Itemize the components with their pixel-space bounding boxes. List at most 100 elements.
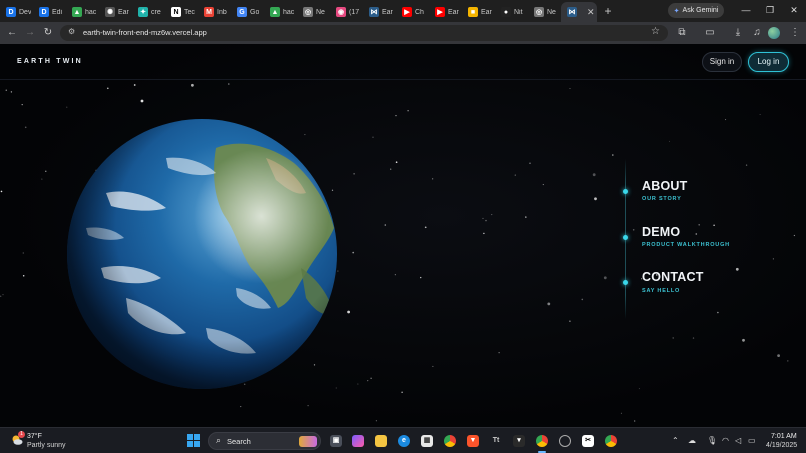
weather-badge: 1: [18, 431, 25, 438]
nav-dot-contact[interactable]: [623, 280, 628, 285]
task-view-icon[interactable]: ▣: [330, 435, 342, 447]
star: [21, 103, 23, 106]
browser-tab[interactable]: D Edi: [33, 2, 66, 22]
profile-avatar[interactable]: [768, 27, 780, 39]
chrome-icon[interactable]: [444, 435, 456, 447]
tray-chevron-icon[interactable]: ⌃: [672, 436, 679, 445]
ask-gemini-button[interactable]: ✦ Ask Gemini: [668, 3, 724, 18]
nav-dot-demo[interactable]: [623, 235, 628, 240]
discord-icon: ◉: [336, 7, 346, 17]
reload-icon[interactable]: ↻: [41, 26, 55, 40]
star: [357, 383, 359, 385]
weather-description[interactable]: Partly sunny: [27, 442, 66, 449]
chrome-profile-icon[interactable]: [605, 435, 617, 447]
ask-gemini-label: Ask Gemini: [682, 7, 719, 14]
browser-tab[interactable]: ◎ Ne: [297, 2, 330, 22]
weather-temperature[interactable]: 37°F: [27, 433, 42, 440]
browser-tab[interactable]: ● Nit: [495, 2, 528, 22]
star: [787, 360, 789, 362]
log-in-button[interactable]: Log in: [748, 52, 789, 72]
chrome-active-icon[interactable]: [536, 435, 548, 447]
globe-app-icon[interactable]: [559, 435, 571, 447]
browser-tab[interactable]: G Go: [231, 2, 264, 22]
star: [0, 295, 2, 297]
browser-tab[interactable]: ◉ (17: [330, 2, 363, 22]
close-window-icon[interactable]: ✕: [786, 3, 802, 17]
star: [745, 164, 748, 166]
browser-tab[interactable]: ▶ Ch: [396, 2, 429, 22]
star: [569, 88, 571, 90]
new-tab-button[interactable]: +: [599, 4, 617, 18]
search-highlight-icon: [299, 436, 317, 447]
minimize-icon[interactable]: —: [738, 3, 754, 17]
edge-icon[interactable]: e: [398, 435, 410, 447]
nav-about[interactable]: ABOUT: [642, 179, 687, 193]
browser-tab[interactable]: ✦ cre: [132, 2, 165, 22]
microphone-icon[interactable]: 🎙: [707, 436, 717, 445]
terminal-icon[interactable]: ▾: [513, 435, 525, 447]
star: [592, 173, 596, 177]
browser-tab[interactable]: ⋈ Ear: [363, 2, 396, 22]
nav-dot-about[interactable]: [623, 189, 628, 194]
tab-close-icon[interactable]: ✕: [587, 7, 595, 18]
openai-icon: ✺: [105, 7, 115, 17]
taskbar-search[interactable]: ⌕ Search: [208, 432, 321, 450]
nav-demo[interactable]: DEMO: [642, 225, 680, 239]
download-icon[interactable]: ⤓: [731, 26, 745, 40]
notion-icon: N: [171, 7, 181, 17]
slides-icon: ■: [468, 7, 478, 17]
clock-time[interactable]: 7:01 AM: [771, 433, 797, 440]
browser-tab[interactable]: ▲ hac: [66, 2, 99, 22]
browser-tab[interactable]: ✺ Ear: [99, 2, 132, 22]
browser-tab[interactable]: M Inb: [198, 2, 231, 22]
browser-tab[interactable]: ▶ Ear: [429, 2, 462, 22]
browser-tab[interactable]: D Dev: [0, 2, 33, 22]
media-icon[interactable]: ♫: [750, 26, 764, 40]
onedrive-icon[interactable]: ☁: [688, 436, 696, 445]
forward-icon[interactable]: →: [23, 26, 37, 40]
star: [692, 337, 695, 339]
windows-taskbar: 1 37°F Partly sunny ⌕ Search ▣ e ▦ ▼ Tt …: [0, 427, 806, 453]
youtube-icon: ▶: [402, 7, 412, 17]
store-icon[interactable]: ▦: [421, 435, 433, 447]
maximize-icon[interactable]: ❐: [762, 3, 778, 17]
extensions-icon[interactable]: ⧉: [675, 26, 689, 40]
browser-tab[interactable]: ■ Ear: [462, 2, 495, 22]
menu-icon[interactable]: ⋮: [788, 26, 802, 40]
browser-tab[interactable]: N Tec: [165, 2, 198, 22]
drive-icon: ▲: [72, 7, 82, 17]
brand-logo[interactable]: EARTH TWIN: [17, 58, 83, 65]
text-app-icon[interactable]: Tt: [490, 435, 502, 447]
star: [307, 404, 309, 407]
cast-icon[interactable]: ▭: [703, 26, 717, 40]
tab-title: Ear: [118, 8, 129, 16]
sign-in-button[interactable]: Sign in: [702, 52, 742, 72]
brave-icon[interactable]: ▼: [467, 435, 479, 447]
d-logo-icon: D: [39, 7, 49, 17]
file-explorer-icon[interactable]: [375, 435, 387, 447]
back-icon[interactable]: ←: [5, 26, 19, 40]
volume-icon[interactable]: ◁: [735, 436, 741, 445]
star: [106, 87, 109, 90]
tab-title: (17: [349, 8, 360, 16]
star: [24, 126, 27, 129]
site-info-icon[interactable]: ⚙: [68, 27, 75, 36]
tab-title: hac: [283, 8, 295, 16]
star: [695, 233, 698, 235]
browser-tab[interactable]: ⋈ ✕: [561, 2, 597, 22]
star: [45, 170, 47, 172]
browser-tab[interactable]: ◎ Ne: [528, 2, 561, 22]
copilot-icon[interactable]: [352, 435, 364, 447]
start-button[interactable]: [187, 434, 200, 447]
battery-icon[interactable]: ▭: [748, 436, 756, 445]
clock-date[interactable]: 4/19/2025: [766, 442, 797, 449]
bookmark-star-icon[interactable]: ☆: [651, 26, 660, 37]
browser-tab[interactable]: ▲ hac: [264, 2, 297, 22]
google-icon: G: [237, 7, 247, 17]
nav-contact[interactable]: CONTACT: [642, 270, 704, 284]
address-bar[interactable]: ⚙ earth-twin-front-end-mz6w.vercel.app ☆: [60, 25, 668, 41]
capcut-icon[interactable]: ✂: [582, 435, 594, 447]
tab-title: Tec: [184, 8, 195, 16]
star: [713, 224, 715, 227]
wifi-icon[interactable]: ◠: [722, 436, 729, 445]
